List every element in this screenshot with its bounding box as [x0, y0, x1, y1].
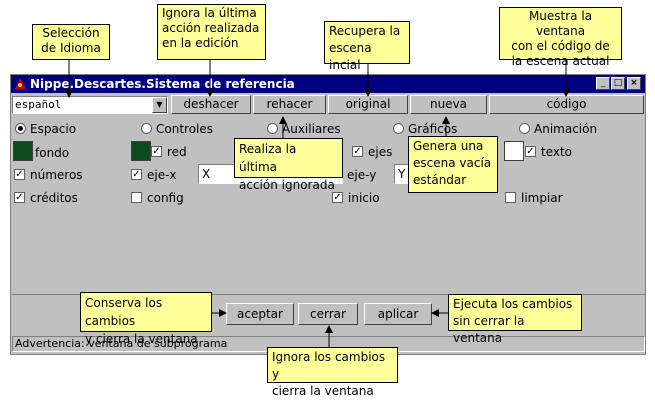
note-redo: Realiza la última acción ignorada: [234, 138, 343, 192]
note-code: Muestra la ventana con el código de la e…: [499, 7, 622, 68]
note-original-text: Recupera la escena incial: [329, 24, 401, 72]
note-apply: Ejecuta los cambios sin cerrar la ventan…: [448, 294, 582, 345]
note-accept: Conserva los cambios y cierra la ventana: [80, 292, 212, 346]
note-undo-text: Ignora la última acción realizada en la …: [162, 6, 260, 50]
note-redo-text: Realiza la última acción ignorada: [239, 142, 335, 192]
note-close-text: Ignora los cambios y cierra la ventana: [272, 350, 386, 398]
note-new-text: Genera una escena vacía estándar: [413, 139, 492, 187]
note-undo: Ignora la última acción realizada en la …: [157, 4, 266, 60]
note-close: Ignora los cambios y cierra la ventana: [267, 347, 398, 398]
note-original: Recupera la escena incial: [324, 21, 410, 72]
note-language-text: Selección de Idioma: [41, 26, 101, 55]
note-code-text: Muestra la ventana con el código de la e…: [511, 9, 610, 68]
note-accept-text: Conserva los cambios y cierra la ventana: [85, 296, 198, 346]
note-apply-text: Ejecuta los cambios sin cerrar la ventan…: [453, 297, 573, 345]
note-language: Selección de Idioma: [32, 24, 110, 60]
note-new: Genera una escena vacía estándar: [408, 136, 498, 193]
